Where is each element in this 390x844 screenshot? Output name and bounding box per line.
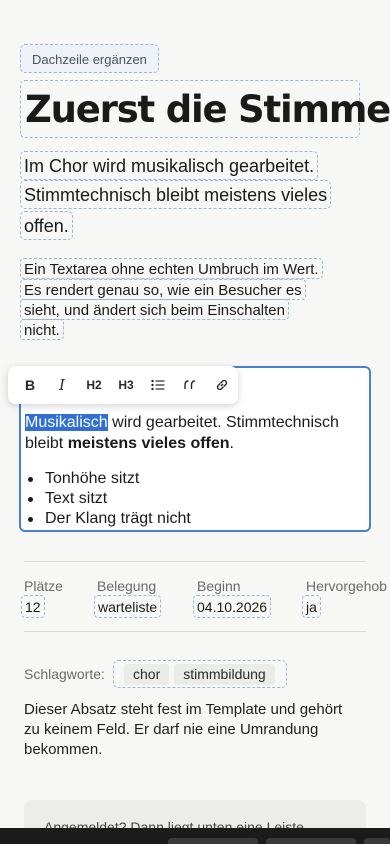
- italic-button[interactable]: I: [46, 370, 78, 400]
- start-value[interactable]: 04.10.2026: [193, 595, 272, 618]
- tags-field[interactable]: chor stimmbildung: [113, 660, 287, 688]
- featured-value[interactable]: ja: [302, 595, 321, 618]
- format-toolbar: B I H2 H3: [8, 366, 238, 404]
- textarea-line[interactable]: Es rendert genau so, wie ein Besucher es: [20, 279, 306, 300]
- tags-label: Schlagworte:: [24, 666, 105, 682]
- lead-line[interactable]: Im Chor wird musikalisch gearbeitet.: [20, 151, 319, 180]
- bottom-bar-button[interactable]: [364, 838, 390, 844]
- bottom-bar-button[interactable]: [168, 838, 258, 844]
- link-icon: [216, 379, 228, 391]
- bullet-list-button[interactable]: [142, 370, 174, 400]
- textarea-line[interactable]: sieht, und ändert sich beim Einschalten: [20, 299, 289, 320]
- quote-icon: [183, 380, 195, 389]
- list-item[interactable]: Tonhöhe sitzt: [28, 469, 191, 489]
- text-selection: Musikalisch: [25, 414, 108, 431]
- textarea-line[interactable]: nicht.: [20, 319, 64, 340]
- booking-value[interactable]: warteliste: [94, 595, 162, 618]
- bold-button[interactable]: B: [14, 370, 46, 400]
- lead-line[interactable]: Stimmtechnisch bleibt meistens vieles: [20, 180, 332, 209]
- featured-label: Hervorgehob: [306, 578, 387, 594]
- editor-bold-text: meistens vieles offen: [67, 435, 230, 452]
- bullet-list-icon: [151, 379, 165, 391]
- tag-chip[interactable]: chor: [124, 663, 170, 685]
- static-paragraph: Dieser Absatz steht fest im Template und…: [24, 701, 343, 758]
- bottom-bar: [0, 828, 390, 844]
- divider: [24, 631, 366, 632]
- start-label: Beginn: [197, 578, 241, 594]
- kicker-field[interactable]: Dachzeile ergänzen: [20, 44, 159, 73]
- bottom-bar-button[interactable]: [266, 838, 356, 844]
- page-title[interactable]: Zuerst die Stimme: [20, 80, 390, 138]
- editor-period: .: [229, 435, 234, 452]
- link-button[interactable]: [206, 370, 238, 400]
- list-item[interactable]: Der Klang trägt nicht: [28, 509, 191, 529]
- editor-bullet-list[interactable]: Tonhöhe sitzt Text sitzt Der Klang trägt…: [28, 469, 191, 529]
- places-label: Plätze: [24, 578, 63, 594]
- lead-line[interactable]: offen.: [20, 211, 73, 240]
- heading2-button[interactable]: H2: [78, 370, 110, 400]
- divider: [24, 561, 366, 562]
- tag-chip[interactable]: stimmbildung: [174, 663, 275, 685]
- heading3-button[interactable]: H3: [110, 370, 142, 400]
- places-value[interactable]: 12: [21, 595, 45, 618]
- editor-paragraph[interactable]: Musikalisch wird gearbeitet. Stimmtechni…: [25, 412, 365, 454]
- page: Dachzeile ergänzen Zuerst die Stimme Im …: [0, 0, 390, 844]
- list-item[interactable]: Text sitzt: [28, 489, 191, 509]
- quote-button[interactable]: [174, 370, 206, 400]
- textarea-line[interactable]: Ein Textarea ohne echten Umbruch im Wert…: [20, 258, 323, 279]
- booking-label: Belegung: [97, 578, 157, 594]
